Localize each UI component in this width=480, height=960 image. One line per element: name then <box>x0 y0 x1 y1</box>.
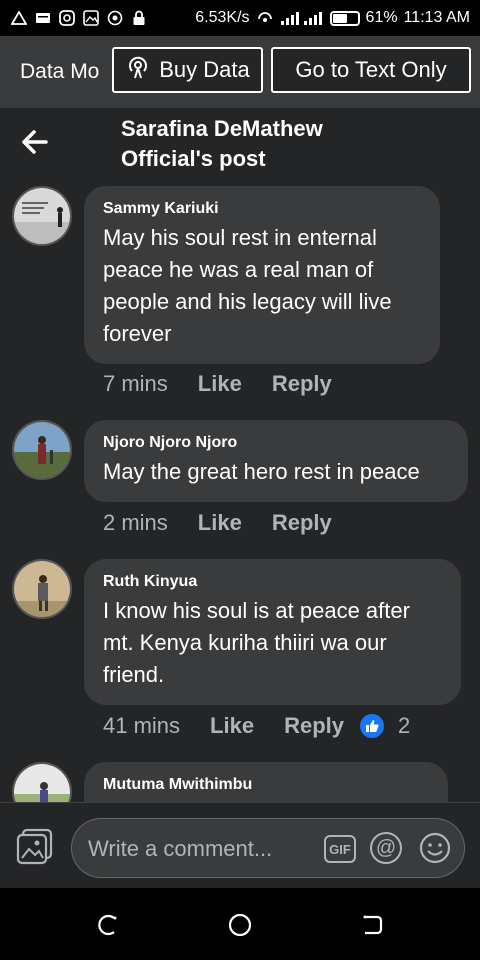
comment-author[interactable]: Sammy Kariuki <box>103 200 422 218</box>
comment-text: I know his soul is at peace after mt. Ke… <box>103 598 410 687</box>
clock: 11:13 AM <box>403 9 470 26</box>
page-title-line2: Official's post <box>121 146 266 171</box>
message-icon <box>34 10 52 26</box>
signal-icon <box>280 10 324 26</box>
reply-button[interactable]: Reply <box>284 713 344 739</box>
comment-text: May his soul rest in enternal peace he w… <box>103 225 392 346</box>
buy-data-button[interactable]: Buy Data <box>112 47 263 93</box>
mention-button[interactable]: @ <box>370 832 402 864</box>
status-right: 6.53K/s 61% 11:13 AM <box>195 9 470 27</box>
system-nav-bar <box>0 888 480 960</box>
network-speed: 6.53K/s <box>195 9 250 26</box>
recent-apps-icon[interactable] <box>94 912 120 938</box>
status-bar: 6.53K/s 61% 11:13 AM <box>0 0 480 36</box>
comment-actions: 2 mins Like Reply <box>103 510 332 536</box>
data-mode-label: Data Mo <box>20 60 100 83</box>
page-title-line1: Sarafina DeMathew <box>121 116 323 141</box>
notification-icons <box>10 10 148 26</box>
reactions[interactable]: 2 <box>360 713 410 739</box>
comment-text: May the great hero rest in peace <box>103 459 420 484</box>
battery-icon <box>329 10 360 26</box>
gallery-icon <box>82 10 100 26</box>
text-only-label: Go to Text Only <box>295 57 447 82</box>
broadcast-icon <box>125 54 151 86</box>
like-button[interactable]: Like <box>198 510 242 536</box>
hotspot-icon <box>256 10 274 26</box>
comment-time: 7 mins <box>103 371 168 396</box>
photo-icon[interactable] <box>16 827 54 865</box>
comment-time: 2 mins <box>103 510 168 535</box>
post-header: Sarafina DeMathew Official's post <box>0 108 480 178</box>
reply-button[interactable]: Reply <box>272 510 332 536</box>
comment-bubble: Sammy Kariuki May his soul rest in enter… <box>84 186 440 364</box>
comment-bubble: Njoro Njoro Njoro May the great hero res… <box>84 420 468 502</box>
comment-author[interactable]: Njoro Njoro Njoro <box>103 434 450 452</box>
instagram-icon <box>58 10 76 26</box>
gif-button[interactable]: GIF <box>324 835 356 863</box>
avatar[interactable] <box>12 559 72 619</box>
emoji-icon[interactable] <box>419 832 451 864</box>
record-icon <box>106 10 124 26</box>
back-arrow-icon[interactable] <box>20 126 52 158</box>
text-only-button[interactable]: Go to Text Only <box>271 47 471 93</box>
comment-time: 41 mins <box>103 713 181 738</box>
comment-actions: 7 mins Like Reply <box>103 371 332 397</box>
comment-input[interactable]: Write a comment... GIF @ <box>71 818 465 878</box>
battery-level <box>332 13 348 23</box>
avatar[interactable] <box>12 186 72 246</box>
home-icon[interactable] <box>227 912 253 938</box>
page-title: Sarafina DeMathew Official's post <box>121 114 421 174</box>
comment-actions: 41 mins Like Reply 2 <box>103 713 410 739</box>
comment-placeholder: Write a comment... <box>88 836 273 861</box>
avatar[interactable] <box>12 420 72 480</box>
buy-data-label: Buy Data <box>159 57 250 82</box>
back-icon[interactable] <box>360 912 386 938</box>
avatar[interactable] <box>12 762 72 802</box>
reply-button[interactable]: Reply <box>272 371 332 397</box>
like-button[interactable]: Like <box>198 371 242 397</box>
comment-bubble: Mutuma Mwithimbu <box>84 762 448 802</box>
comments-list: Sammy Kariuki May his soul rest in enter… <box>0 178 480 802</box>
lock-icon <box>130 10 148 26</box>
reaction-count: 2 <box>398 713 411 738</box>
warning-icon <box>10 10 28 26</box>
comment-composer: Write a comment... GIF @ <box>0 802 480 888</box>
data-mode-bar: Data Mo Buy Data Go to Text Only <box>0 36 480 108</box>
like-button[interactable]: Like <box>210 713 254 739</box>
battery-percent: 61% <box>365 9 398 26</box>
comment-bubble: Ruth Kinyua I know his soul is at peace … <box>84 559 461 705</box>
comment-author[interactable]: Ruth Kinyua <box>103 573 443 591</box>
comment-author[interactable]: Mutuma Mwithimbu <box>103 776 430 794</box>
thumbs-up-icon <box>360 714 384 738</box>
